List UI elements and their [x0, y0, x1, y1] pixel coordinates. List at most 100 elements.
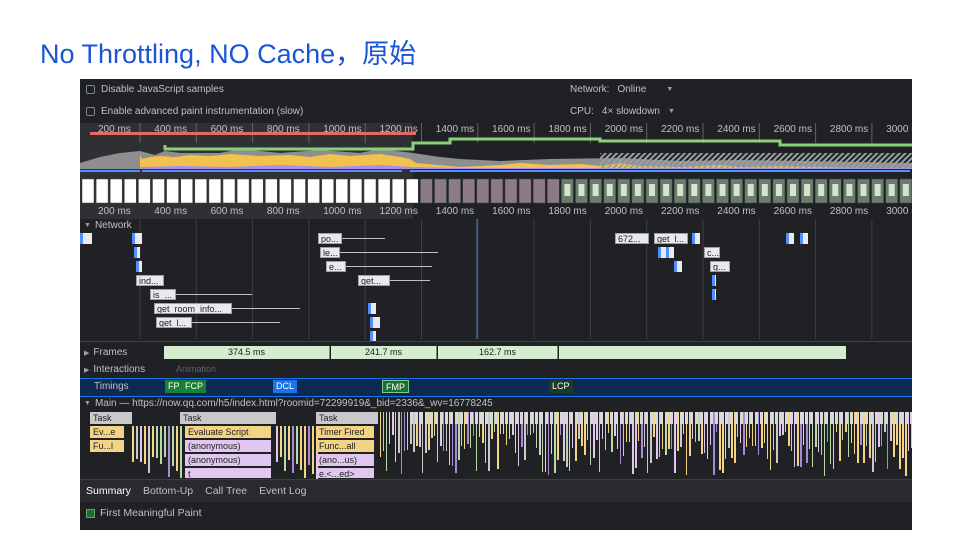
network-request-block[interactable] — [658, 247, 666, 258]
network-request[interactable]: g... — [710, 261, 730, 272]
fcp-marker[interactable]: FCP — [182, 380, 206, 393]
interactions-track-header[interactable]: ▶ Interactions — [84, 364, 145, 375]
dcl-marker[interactable]: DCL — [273, 380, 298, 393]
network-request[interactable]: 672... — [615, 233, 649, 244]
network-request-block[interactable] — [80, 233, 92, 244]
network-request-block[interactable] — [692, 233, 700, 244]
network-request-block[interactable] — [674, 261, 682, 272]
ruler-tick: 1200 ms — [379, 124, 418, 135]
tab-event-log[interactable]: Event Log — [253, 485, 312, 497]
tab-call-tree[interactable]: Call Tree — [199, 485, 253, 497]
network-request[interactable]: get_room_info... — [154, 303, 232, 314]
disable-js-samples-label: Disable JavaScript samples — [101, 83, 224, 95]
frame-segment[interactable]: 162.7 ms — [438, 346, 558, 359]
long-task-bar — [90, 132, 416, 135]
function-block[interactable]: e.<...ed> — [316, 468, 374, 478]
ruler-tick: 2800 ms — [829, 124, 869, 135]
network-request[interactable]: is_... — [150, 289, 176, 300]
function-call-block[interactable]: Fu...l — [90, 440, 124, 452]
main-track-header[interactable]: ▼ Main — https://now.qq.com/h5/index.htm… — [84, 398, 493, 409]
network-request-block[interactable] — [712, 289, 716, 300]
ruler-tick: 2200 ms — [661, 124, 700, 135]
ruler-tick: 800 ms — [266, 206, 300, 217]
network-request[interactable]: get... — [358, 275, 390, 286]
ruler-tick: 2400 ms — [717, 124, 756, 135]
advanced-paint-checkbox[interactable] — [86, 106, 95, 116]
network-request[interactable]: po... — [318, 233, 342, 244]
ruler-tick: 3000 ms — [886, 206, 912, 217]
cpu-select[interactable]: 4× slowdown — [602, 106, 660, 117]
expand-triangle-icon: ▶ — [84, 366, 90, 374]
network-request-block[interactable] — [370, 317, 380, 328]
ruler-tick: 2600 ms — [773, 124, 812, 135]
anonymous-block[interactable]: (anonymous) — [185, 440, 271, 452]
network-request-block[interactable] — [666, 247, 674, 258]
timer-fired-block[interactable]: Timer Fired — [316, 426, 374, 438]
disable-js-samples-option[interactable]: Disable JavaScript samples — [86, 82, 224, 96]
network-request[interactable]: le... — [320, 247, 340, 258]
function-call-block[interactable]: Func...all — [316, 440, 374, 452]
ruler-tick: 200 ms — [98, 206, 131, 217]
request-whisker — [176, 294, 252, 295]
frame-segment[interactable]: 241.7 ms — [331, 346, 437, 359]
network-request-block[interactable] — [132, 233, 142, 244]
ruler-tick: 800 ms — [266, 124, 300, 135]
frames-track-header[interactable]: ▶ Frames — [84, 347, 127, 358]
evaluate-block[interactable]: Ev...e — [90, 426, 124, 438]
main-track-label: Main — https://now.qq.com/h5/index.html?… — [94, 398, 493, 409]
ruler-tick: 400 ms — [154, 124, 188, 135]
evaluate-script-block[interactable]: Evaluate Script — [185, 426, 271, 438]
network-request[interactable]: get_l... — [654, 233, 688, 244]
network-track-header[interactable]: ▼ Network — [84, 220, 132, 231]
network-request[interactable]: get_l... — [156, 317, 192, 328]
ruler-tick: 2000 ms — [604, 206, 644, 217]
network-select[interactable]: Online — [617, 84, 646, 95]
fp-marker[interactable]: FP — [165, 380, 183, 393]
request-whisker — [192, 322, 280, 323]
network-request-block[interactable] — [800, 233, 808, 244]
network-request-block[interactable] — [786, 233, 794, 244]
animation-track-label: Animation — [176, 364, 217, 374]
frame-segment[interactable] — [559, 346, 846, 359]
task-block[interactable]: Task — [90, 412, 132, 424]
frame-segment[interactable]: 374.5 ms — [164, 346, 330, 359]
interactions-track-label: Interactions — [93, 364, 146, 375]
request-whisker — [340, 252, 438, 253]
lcp-marker[interactable]: LCP — [549, 380, 573, 393]
ruler-tick: 1800 ms — [548, 124, 587, 135]
network-request[interactable]: e... — [326, 261, 346, 272]
cpu-label: CPU: — [570, 105, 594, 117]
network-request[interactable]: ind... — [136, 275, 164, 286]
summary-item-label: First Meaningful Paint — [100, 507, 202, 519]
network-request-block[interactable] — [134, 247, 140, 258]
summary-item: First Meaningful Paint — [86, 507, 202, 519]
timings-track-label: Timings — [94, 381, 129, 392]
ruler-tick: 1600 ms — [492, 124, 531, 135]
network-request-block[interactable] — [712, 275, 716, 286]
function-block[interactable]: t — [185, 468, 271, 478]
expand-triangle-icon: ▼ — [84, 222, 91, 229]
details-tabs: Summary Bottom-Up Call Tree Event Log — [80, 479, 912, 502]
network-request-block[interactable] — [368, 303, 376, 314]
chevron-down-icon: ▼ — [668, 107, 675, 115]
network-request[interactable]: c... — [704, 247, 720, 258]
ruler-tick: 1200 ms — [379, 206, 418, 217]
timeline-overview[interactable] — [80, 123, 912, 219]
task-block[interactable]: Task — [316, 412, 378, 424]
cpu-throttle[interactable]: CPU: 4× slowdown ▼ — [570, 104, 675, 118]
frames-track-label: Frames — [93, 347, 128, 358]
advanced-paint-option[interactable]: Enable advanced paint instrumentation (s… — [86, 104, 303, 118]
network-request-block[interactable] — [136, 261, 142, 272]
performance-panel: Disable JavaScript samples Enable advanc… — [80, 79, 912, 530]
ruler-tick: 1400 ms — [435, 206, 475, 217]
task-block[interactable]: Task — [180, 412, 276, 424]
tab-bottom-up[interactable]: Bottom-Up — [137, 485, 199, 497]
tab-summary[interactable]: Summary — [80, 485, 137, 497]
anonymous-block[interactable]: (ano...us) — [316, 454, 374, 466]
network-throttle[interactable]: Network: Online ▼ — [570, 82, 673, 96]
disable-js-samples-checkbox[interactable] — [86, 84, 95, 94]
anonymous-block[interactable]: (anonymous) — [185, 454, 271, 466]
slide-title: No Throttling, NO Cache，原始 — [40, 39, 417, 69]
fmp-marker[interactable]: FMP — [382, 380, 409, 393]
request-whisker — [342, 238, 385, 239]
